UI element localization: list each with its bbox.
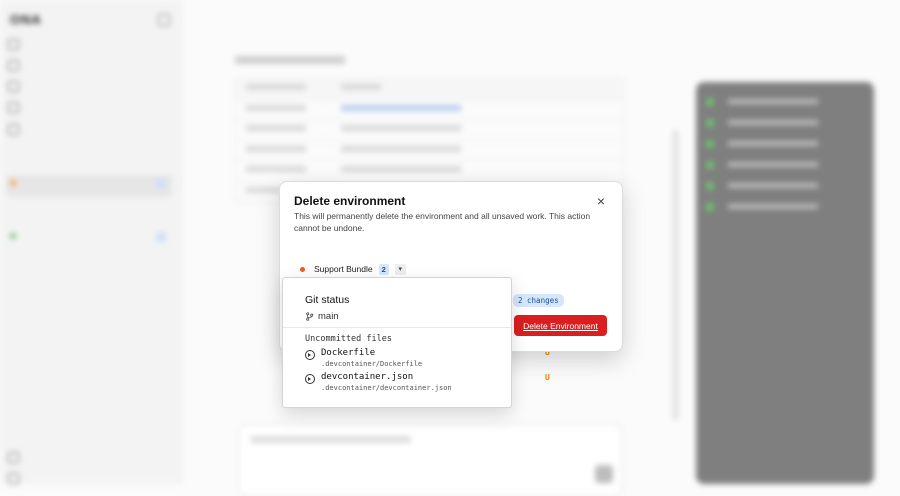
file-name: devcontainer.json [321, 372, 414, 382]
send-button[interactable] [595, 465, 613, 483]
sidebar-item-projects[interactable] [8, 77, 19, 95]
sidebar-toggle-icon[interactable] [158, 14, 170, 26]
changes-badge[interactable]: 2 changes [513, 294, 564, 307]
log-line [706, 96, 856, 106]
git-branch-icon [306, 312, 314, 321]
file-item[interactable]: Dockerfile .devcontainer/Dockerfile [305, 348, 422, 368]
scrollbar[interactable] [673, 130, 678, 420]
environment-name: Support Bundle [314, 264, 373, 274]
sidebar-item-new[interactable] [8, 35, 19, 53]
folder-icon [8, 80, 19, 92]
sidebar-item-settings[interactable] [8, 469, 19, 487]
table-row [236, 120, 623, 141]
git-status-popover: Git status main Uncommitted files Docker… [282, 277, 512, 408]
status-dot [10, 233, 16, 239]
dialog-title: Delete environment [294, 194, 406, 208]
home-icon [8, 59, 19, 71]
log-line [706, 180, 856, 190]
plus-icon [8, 38, 19, 50]
file-item[interactable]: devcontainer.json .devcontainer/devconta… [305, 372, 452, 392]
dialog-description: This will permanently delete the environ… [294, 211, 591, 233]
close-icon[interactable]: × [594, 194, 608, 208]
composer-placeholder [251, 436, 411, 443]
change-count-badge: 2 [378, 263, 389, 275]
sidebar-item-automations[interactable] [8, 98, 19, 116]
table-row [236, 79, 623, 100]
sidebar-item-home[interactable] [8, 56, 19, 74]
bolt-icon [8, 101, 19, 113]
file-path: .devcontainer/Dockerfile [321, 360, 423, 368]
file-path: .devcontainer/devcontainer.json [321, 384, 452, 392]
table-row [236, 141, 623, 161]
sidebar-env-support-bundle[interactable] [6, 175, 172, 197]
update-icon [8, 451, 19, 463]
count-badge [156, 179, 166, 189]
branch-name: main [318, 311, 339, 322]
status-dot-icon [300, 266, 305, 272]
message-composer[interactable] [238, 424, 622, 496]
sidebar-item-insights[interactable] [8, 120, 19, 138]
section-heading [235, 56, 345, 64]
sidebar-env-second[interactable] [6, 228, 172, 250]
chart-icon [8, 123, 19, 135]
gear-icon [8, 472, 19, 484]
file-status-icon [305, 374, 315, 384]
app-logo: ONA [10, 12, 42, 27]
change-marker: U [545, 373, 550, 382]
file-status-icon [305, 350, 315, 360]
delete-environment-button[interactable]: Delete Environment [514, 315, 607, 336]
right-panel [680, 0, 900, 484]
chevron-down-icon[interactable]: ▾ [394, 263, 406, 275]
log-line [706, 201, 856, 211]
count-badge [156, 232, 166, 242]
table-row [236, 100, 623, 120]
file-name: Dockerfile [321, 348, 376, 358]
uncommitted-label: Uncommitted files [305, 334, 392, 344]
environment-row: Support Bundle 2 ▾ [300, 262, 406, 276]
sidebar-item-bottom-1[interactable] [8, 448, 19, 466]
table-row [236, 161, 623, 182]
branch-indicator: main [305, 311, 339, 322]
divider [283, 327, 511, 328]
task-log-panel [696, 82, 874, 484]
log-line [706, 117, 856, 127]
sidebar: ONA [0, 0, 181, 484]
popover-title: Git status [305, 294, 350, 306]
log-line [706, 138, 856, 148]
status-dot [10, 180, 16, 186]
log-line [706, 159, 856, 169]
